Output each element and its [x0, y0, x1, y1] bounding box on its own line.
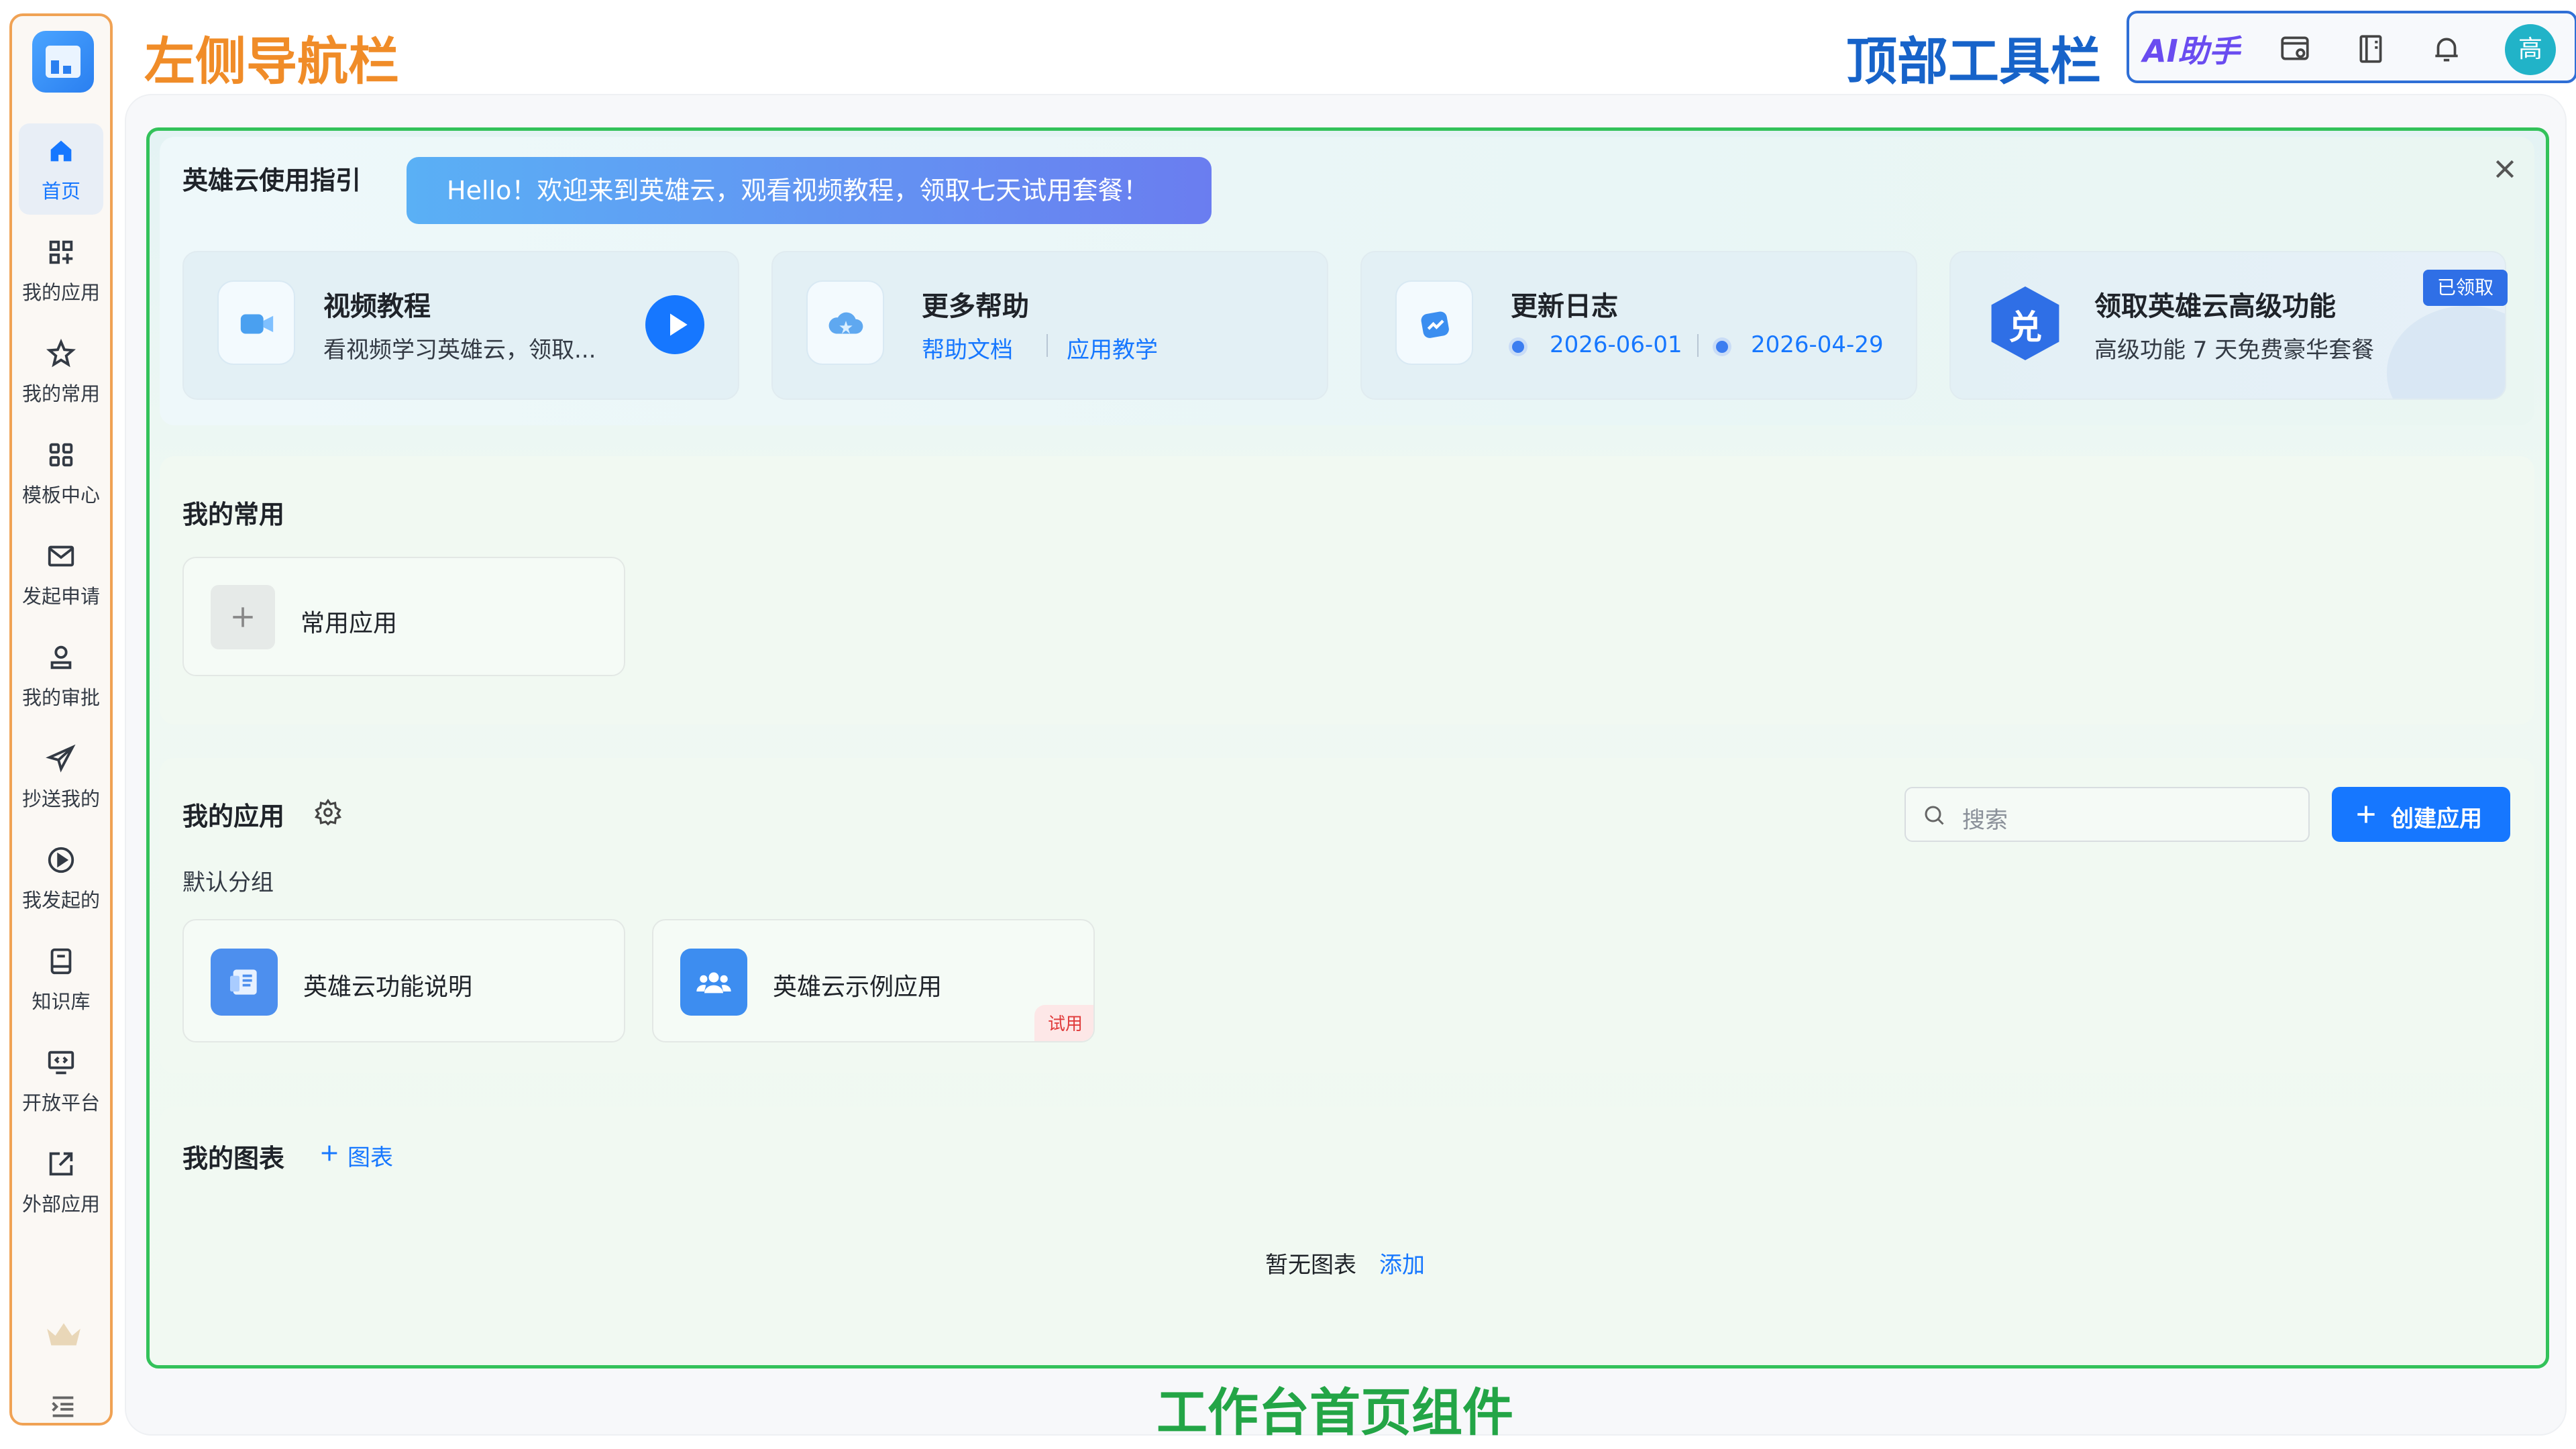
sidebar-item-label: 我发起的: [21, 889, 100, 912]
app-name: 英雄云示例应用: [773, 973, 943, 1001]
gear-icon[interactable]: [314, 798, 342, 826]
guide-section: 英雄云使用指引 Hello！欢迎来到英雄云，观看视频教程，领取七天试用套餐！ 视…: [160, 137, 2534, 425]
video-tutorial-card[interactable]: 视频教程 看视频学习英雄云，领取...: [182, 251, 739, 400]
sidebar-item-initiated[interactable]: 我发起的: [19, 833, 103, 924]
sidebar-item-cc-me[interactable]: 抄送我的: [19, 731, 103, 822]
welcome-banner: Hello！欢迎来到英雄云，观看视频教程，领取七天试用套餐！: [407, 157, 1212, 224]
video-camera-icon: [240, 314, 274, 334]
changelog-date-2[interactable]: 2026-04-29: [1751, 331, 1884, 358]
book-icon: [50, 948, 72, 975]
app-logo[interactable]: [32, 31, 94, 93]
redeem-icon-text: 兑: [2008, 308, 2042, 347]
add-favorite-card[interactable]: 常用应用: [182, 557, 625, 676]
changelog-date-1[interactable]: 2026-06-01: [1550, 331, 1682, 358]
star-icon: [46, 338, 76, 368]
browser-settings-icon[interactable]: [2278, 32, 2312, 66]
annotation-top-toolbar: 顶部工具栏: [1846, 32, 2101, 91]
user-avatar[interactable]: 高: [2505, 24, 2556, 75]
create-app-label: 创建应用: [2391, 806, 2482, 833]
app-card[interactable]: 英雄云功能说明: [182, 919, 625, 1042]
empty-charts-text: 暂无图表: [1265, 1252, 1356, 1279]
home-icon: [50, 140, 72, 162]
premium-card-title: 领取英雄云高级功能: [2094, 291, 2336, 322]
left-sidebar: 首页 我的应用 我的常用 模板中心 发起申请 我的审批 抄送我的 我发起的 知识…: [9, 13, 113, 1426]
sidebar-item-templates[interactable]: 模板中心: [19, 427, 103, 519]
search-icon: [1925, 806, 1944, 825]
external-link-icon: [49, 1152, 73, 1176]
my-charts-title: 我的图表: [182, 1144, 285, 1173]
sidebar-item-home[interactable]: 首页: [19, 123, 103, 215]
ai-assistant-button[interactable]: AI助手: [2143, 27, 2240, 71]
notebook-icon[interactable]: [2354, 32, 2387, 66]
sidebar-item-label: 首页: [41, 180, 80, 203]
guide-title: 英雄云使用指引: [182, 166, 362, 195]
mail-send-icon: [48, 545, 74, 567]
sidebar-item-label: 发起申请: [21, 585, 100, 608]
my-charts-section: 我的图表 图表 暂无图表 添加: [160, 1107, 2534, 1362]
video-card-title: 视频教程: [323, 291, 431, 322]
search-input[interactable]: 搜索: [1904, 787, 2310, 842]
default-group-label: 默认分组: [182, 869, 274, 896]
sidebar-item-label: 我的审批: [21, 686, 100, 709]
expand-menu-icon[interactable]: [46, 1391, 80, 1422]
top-toolbar: AI助手 高: [2127, 11, 2576, 83]
open-platform-icon: [48, 1051, 74, 1075]
user-approve-icon: [50, 645, 72, 669]
sidebar-item-external[interactable]: 外部应用: [19, 1136, 103, 1228]
plus-icon: [233, 607, 253, 627]
sidebar-item-label: 我的常用: [21, 382, 100, 405]
play-circle-icon: [48, 847, 74, 873]
add-favorite-label: 常用应用: [301, 610, 398, 637]
sidebar-item-label: 外部应用: [21, 1193, 100, 1216]
sidebar-item-approvals[interactable]: 我的审批: [19, 630, 103, 721]
plus-icon: [2357, 806, 2375, 823]
changelog-card-title: 更新日志: [1511, 291, 1618, 322]
sidebar-item-knowledge[interactable]: 知识库: [19, 934, 103, 1025]
favorites-section: 我的常用 常用应用: [160, 456, 2534, 724]
premium-card-desc: 高级功能 7 天免费豪华套餐: [2094, 337, 2375, 364]
sidebar-item-label: 抄送我的: [21, 788, 100, 810]
help-docs-link[interactable]: 帮助文档: [922, 331, 1013, 364]
apps-grid-icon: [49, 240, 73, 264]
favorites-title: 我的常用: [182, 500, 285, 529]
changelog-icon: [1421, 311, 1449, 338]
help-cloud-icon: [828, 312, 863, 334]
sidebar-item-label: 开放平台: [21, 1091, 100, 1114]
plus-icon: [321, 1145, 337, 1161]
crown-icon[interactable]: [43, 1318, 85, 1351]
trial-badge: 试用: [1034, 1005, 1093, 1041]
add-chart-empty-link[interactable]: 添加: [1379, 1246, 1425, 1279]
create-app-button[interactable]: 创建应用: [2332, 787, 2510, 842]
app-name: 英雄云功能说明: [303, 973, 473, 1001]
play-icon: [670, 313, 688, 336]
sidebar-item-my-apps[interactable]: 我的应用: [19, 225, 103, 316]
my-apps-section: 我的应用 搜索 创建应用 默认分组 英雄云功能说明 英雄云示例应用 试用: [160, 758, 2534, 1073]
bell-icon[interactable]: [2430, 32, 2463, 66]
claimed-badge: 已领取: [2423, 270, 2508, 306]
annotation-workbench: 工作台首页组件: [1157, 1383, 1513, 1442]
search-placeholder: 搜索: [1962, 807, 2008, 834]
annotation-left-nav: 左侧导航栏: [144, 32, 399, 91]
template-grid-icon: [49, 443, 73, 467]
changelog-card: 更新日志 2026-06-01 2026-04-29: [1360, 251, 1917, 400]
play-button[interactable]: [645, 295, 704, 354]
add-chart-label: 图表: [347, 1144, 393, 1171]
sidebar-item-open-platform[interactable]: 开放平台: [19, 1035, 103, 1126]
more-help-card: 更多帮助 帮助文档 应用教学: [771, 251, 1328, 400]
team-app-icon: [696, 972, 731, 994]
sidebar-item-label: 我的应用: [21, 281, 100, 304]
sidebar-item-label: 知识库: [32, 990, 91, 1013]
paper-plane-icon: [46, 744, 76, 773]
sidebar-item-label: 模板中心: [21, 484, 100, 506]
sidebar-item-favorites[interactable]: 我的常用: [19, 326, 103, 417]
help-card-title: 更多帮助: [922, 291, 1029, 322]
video-card-desc: 看视频学习英雄云，领取...: [323, 337, 596, 364]
my-apps-title: 我的应用: [182, 802, 285, 831]
app-tutorial-link[interactable]: 应用教学: [1067, 331, 1158, 364]
close-icon[interactable]: [2491, 156, 2518, 182]
document-app-icon: [230, 969, 257, 995]
sidebar-item-apply[interactable]: 发起申请: [19, 529, 103, 620]
app-card[interactable]: 英雄云示例应用 试用: [652, 919, 1095, 1042]
